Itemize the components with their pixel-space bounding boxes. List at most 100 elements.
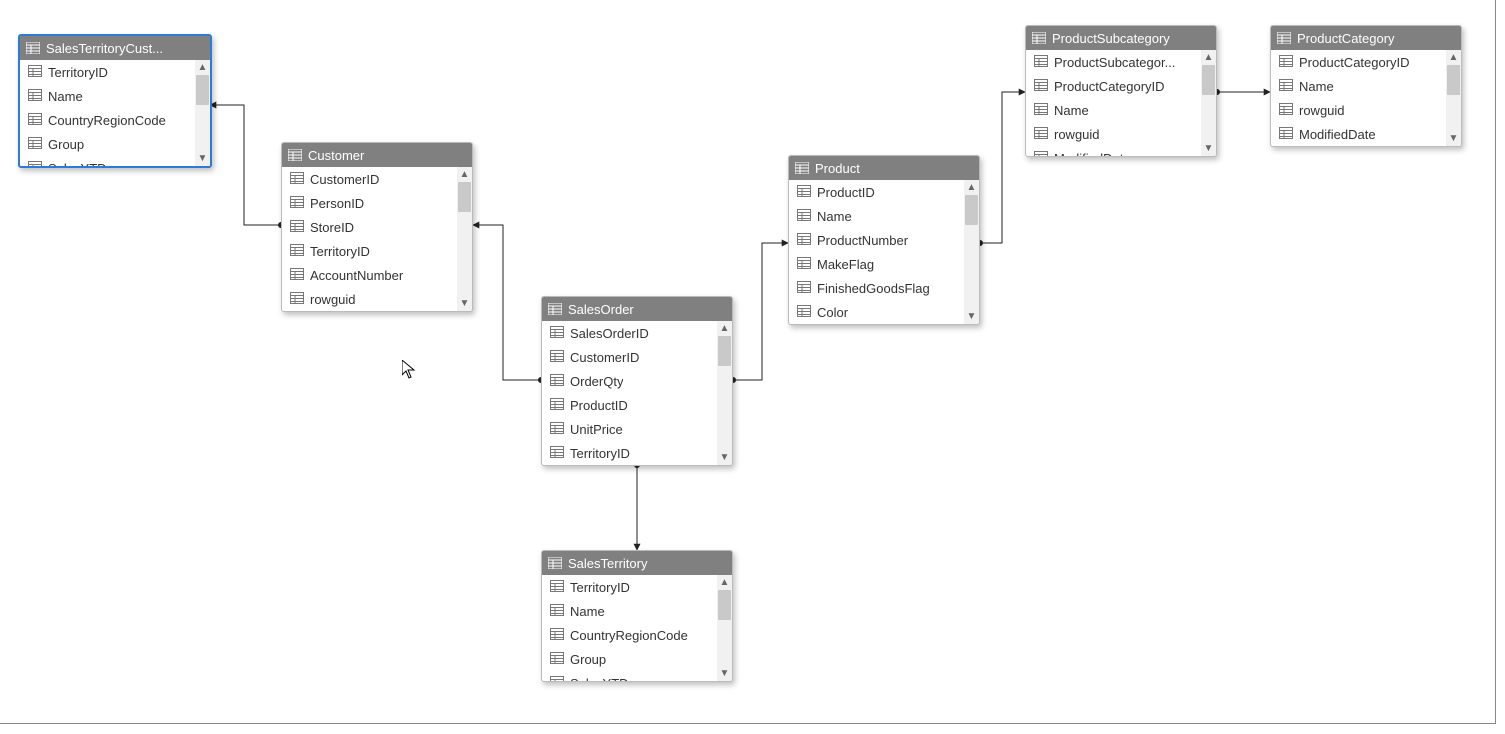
scrollbar[interactable]: ▲▼ (1446, 50, 1461, 146)
column-row[interactable]: Name (20, 84, 210, 108)
column-icon (797, 185, 811, 200)
table-header[interactable]: Customer (282, 143, 472, 167)
column-row[interactable]: TerritoryID (542, 441, 732, 465)
column-row[interactable]: UnitPrice (542, 417, 732, 441)
column-row[interactable]: ProductCategoryID (1271, 50, 1461, 74)
table-title: Customer (308, 148, 466, 163)
table-header[interactable]: SalesOrder (542, 297, 732, 321)
column-row[interactable]: rowguid (1271, 98, 1461, 122)
scroll-down-icon[interactable]: ▼ (717, 450, 732, 465)
scroll-down-icon[interactable]: ▼ (1446, 131, 1461, 146)
table-header[interactable]: ProductSubcategory (1026, 26, 1216, 50)
scroll-thumb[interactable] (196, 75, 209, 105)
column-icon (290, 172, 304, 187)
column-row[interactable]: CountryRegionCode (20, 108, 210, 132)
column-row[interactable]: Name (789, 204, 979, 228)
column-icon (28, 161, 42, 167)
column-row[interactable]: Name (542, 599, 732, 623)
table-header[interactable]: Product (789, 156, 979, 180)
table-product-subcategory[interactable]: ProductSubcategoryProductSubcategor...Pr… (1025, 25, 1217, 157)
column-label: CustomerID (310, 172, 379, 187)
column-row[interactable]: ProductID (542, 393, 732, 417)
scroll-up-icon[interactable]: ▲ (1446, 50, 1461, 65)
column-row[interactable]: Group (542, 647, 732, 671)
scrollbar[interactable]: ▲▼ (457, 167, 472, 311)
scroll-thumb[interactable] (718, 590, 731, 620)
scroll-thumb[interactable] (965, 195, 978, 225)
column-icon (290, 292, 304, 307)
column-row[interactable]: ModifiedDate (1271, 122, 1461, 146)
column-row[interactable]: Group (20, 132, 210, 156)
column-row[interactable]: SalesOrderID (542, 321, 732, 345)
table-sales-territory[interactable]: SalesTerritoryTerritoryID Name CountryRegi… (541, 550, 733, 682)
column-row[interactable]: MakeFlag (789, 252, 979, 276)
column-icon (550, 422, 564, 437)
table-header[interactable]: ProductCategory (1271, 26, 1461, 50)
scroll-down-icon[interactable]: ▼ (717, 666, 732, 681)
column-row[interactable]: TerritoryID (542, 575, 732, 599)
scroll-thumb[interactable] (718, 336, 731, 366)
column-icon (550, 350, 564, 365)
column-row[interactable]: ProductSubcategor... (1026, 50, 1216, 74)
column-row[interactable]: rowguid (1026, 122, 1216, 146)
scrollbar[interactable]: ▲▼ (195, 60, 210, 166)
column-icon (1279, 103, 1293, 118)
scrollbar[interactable]: ▲▼ (1201, 50, 1216, 156)
column-row[interactable]: CountryRegionCode (542, 623, 732, 647)
column-label: Name (1054, 103, 1089, 118)
table-product-category[interactable]: ProductCategory ProductCategoryID Name rowg… (1270, 25, 1462, 147)
column-row[interactable]: TerritoryID (282, 239, 472, 263)
column-row[interactable]: AccountNumber (282, 263, 472, 287)
column-row[interactable]: FinishedGoodsFlag (789, 276, 979, 300)
table-title: SalesTerritoryCust... (46, 41, 204, 56)
diagram-canvas[interactable]: SalesTerritoryCust...TerritoryIDNameCoun… (0, 0, 1505, 734)
column-row[interactable]: PersonID (282, 191, 472, 215)
column-row[interactable]: StoreID (282, 215, 472, 239)
column-row[interactable]: ProductNumber (789, 228, 979, 252)
scroll-down-icon[interactable]: ▼ (964, 309, 979, 324)
table-header[interactable]: SalesTerritory (542, 551, 732, 575)
column-label: Group (48, 137, 84, 152)
scroll-thumb[interactable] (458, 182, 471, 212)
column-row[interactable]: CustomerID (542, 345, 732, 369)
column-label: Name (1299, 79, 1334, 94)
column-label: Name (570, 604, 605, 619)
column-icon (550, 676, 564, 682)
table-product[interactable]: ProductProductIDNameProductNumberMakeFla… (788, 155, 980, 325)
scrollbar[interactable]: ▲▼ (964, 180, 979, 324)
scroll-down-icon[interactable]: ▼ (1201, 141, 1216, 156)
column-icon (1034, 127, 1048, 142)
scroll-up-icon[interactable]: ▲ (195, 60, 210, 75)
column-row[interactable]: CustomerID (282, 167, 472, 191)
scroll-thumb[interactable] (1447, 65, 1460, 95)
column-row[interactable]: ProductID (789, 180, 979, 204)
scroll-up-icon[interactable]: ▲ (717, 575, 732, 590)
column-row[interactable]: Name (1271, 74, 1461, 98)
scroll-thumb[interactable] (1202, 65, 1215, 95)
column-icon (1279, 127, 1293, 142)
column-row[interactable]: SalesYTD (542, 671, 732, 681)
scroll-up-icon[interactable]: ▲ (457, 167, 472, 182)
scroll-up-icon[interactable]: ▲ (1201, 50, 1216, 65)
scrollbar[interactable]: ▲▼ (717, 575, 732, 681)
column-label: StoreID (310, 220, 354, 235)
column-icon (28, 137, 42, 152)
table-sales-territory-cust[interactable]: SalesTerritoryCust... TerritoryIDNameCoun… (18, 34, 212, 168)
table-sales-order[interactable]: SalesOrderSalesOrderIDCustomerIDOrderQty… (541, 296, 733, 466)
scroll-down-icon[interactable]: ▼ (195, 151, 210, 166)
scrollbar[interactable]: ▲▼ (717, 321, 732, 465)
scroll-up-icon[interactable]: ▲ (717, 321, 732, 336)
column-row[interactable]: ProductCategoryID (1026, 74, 1216, 98)
scroll-up-icon[interactable]: ▲ (964, 180, 979, 195)
column-row[interactable]: TerritoryID (20, 60, 210, 84)
column-row[interactable]: ModifiedDate (1026, 146, 1216, 156)
column-row[interactable]: Name (1026, 98, 1216, 122)
table-title: ProductCategory (1297, 31, 1455, 46)
column-row[interactable]: Color (789, 300, 979, 324)
column-row[interactable]: rowguid (282, 287, 472, 311)
table-header[interactable]: SalesTerritoryCust... (20, 36, 210, 60)
column-row[interactable]: SalesYTD (20, 156, 210, 166)
column-row[interactable]: OrderQty (542, 369, 732, 393)
table-customer[interactable]: Customer CustomerID PersonID StoreID Territo… (281, 142, 473, 312)
scroll-down-icon[interactable]: ▼ (457, 296, 472, 311)
